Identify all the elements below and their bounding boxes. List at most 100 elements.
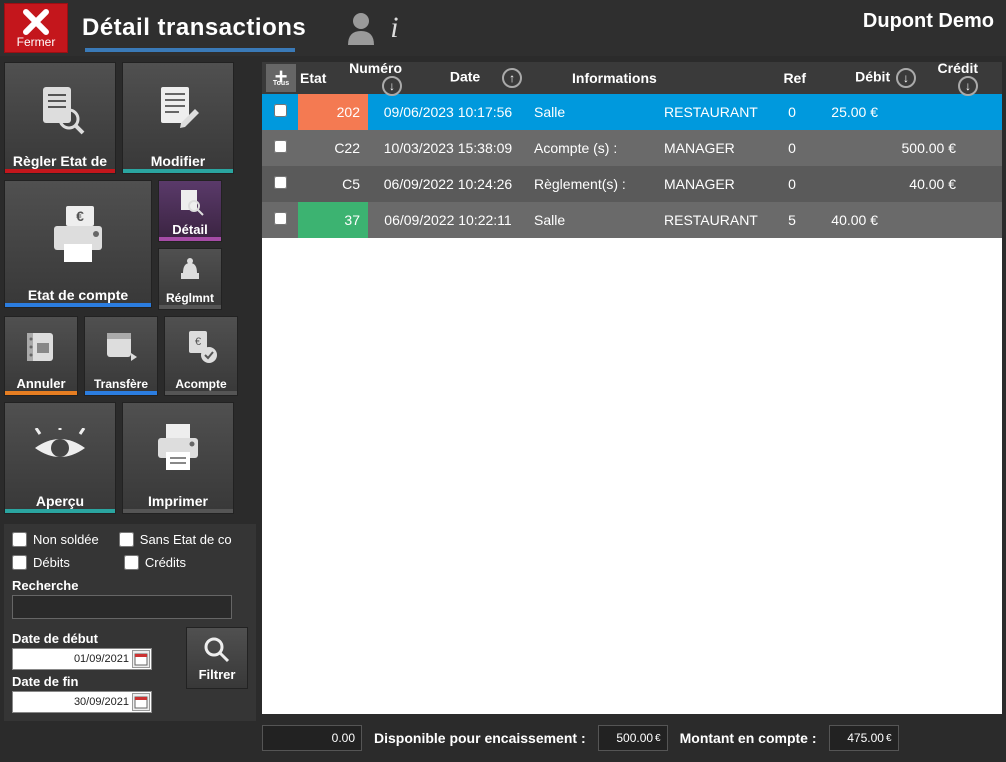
credit-label: Crédit — [938, 60, 978, 76]
transfere-label: Transfère — [94, 377, 148, 391]
debits-checkbox[interactable]: Débits — [12, 555, 70, 570]
sort-up-icon[interactable]: ↑ — [502, 68, 522, 88]
credits-checkbox[interactable]: Crédits — [124, 555, 186, 570]
date-fin-input[interactable] — [12, 691, 152, 713]
edit-icon — [151, 81, 205, 135]
date-debut-label: Date de début — [12, 631, 178, 646]
table-row[interactable]: 20209/06/2023 10:17:56SalleRESTAURANT025… — [262, 94, 1002, 130]
page-title: Détail transactions — [82, 14, 306, 42]
row-numero: 37 — [298, 202, 368, 238]
footer-total: 0.00 — [262, 725, 362, 751]
imprimer-button[interactable]: Imprimer — [122, 402, 234, 514]
row-ref: RESTAURANT — [658, 104, 778, 120]
row-numero: C22 — [298, 130, 368, 166]
user-name: Dupont Demo — [863, 10, 994, 33]
acompte-button[interactable]: € Acompte — [164, 316, 238, 396]
info-icon[interactable]: i — [390, 11, 398, 45]
col-credit[interactable]: Crédit ↓ — [920, 60, 998, 96]
row-ref: MANAGER — [658, 140, 778, 156]
row-checkbox[interactable] — [262, 104, 298, 120]
close-button[interactable]: Fermer — [4, 3, 68, 53]
annuler-icon — [21, 327, 61, 367]
regler-icon — [33, 81, 87, 135]
etat-compte-button[interactable]: € Etat de compte — [4, 180, 152, 308]
title-underline — [85, 48, 295, 52]
col-informations[interactable]: Informations — [566, 70, 696, 86]
row-balance: 0 — [778, 176, 806, 192]
row-checkbox[interactable] — [262, 176, 298, 192]
debits-label: Débits — [33, 555, 70, 570]
credits-label: Crédits — [145, 555, 186, 570]
row-ref: MANAGER — [658, 176, 778, 192]
numero-label: Numéro — [349, 60, 402, 76]
col-etat[interactable]: Etat — [300, 70, 336, 86]
table-body: 20209/06/2023 10:17:56SalleRESTAURANT025… — [262, 94, 1002, 714]
select-all-button[interactable]: + Tous — [266, 64, 296, 92]
table-row[interactable]: C506/09/2022 10:24:26Règlement(s) :MANAG… — [262, 166, 1002, 202]
detail-button[interactable]: Détail — [158, 180, 222, 242]
sans-etat-checkbox[interactable]: Sans Etat de co — [119, 532, 232, 547]
date-label: Date — [450, 69, 480, 85]
table-header: + Tous Etat Numéro ↓ Date ↑ Informations… — [262, 62, 1002, 94]
search-input[interactable] — [12, 595, 232, 619]
row-checkbox[interactable] — [262, 140, 298, 156]
modifier-button[interactable]: Modifier — [122, 62, 234, 174]
montant-value: 475.00€ — [829, 725, 899, 751]
row-credit: 40.00 € — [882, 176, 960, 192]
col-numero[interactable]: Numéro ↓ — [336, 60, 406, 96]
col-ref[interactable]: Ref — [696, 70, 816, 86]
sans-etat-label: Sans Etat de co — [140, 532, 232, 547]
imprimer-label: Imprimer — [148, 493, 208, 509]
row-balance: 0 — [778, 104, 806, 120]
tous-label: Tous — [273, 80, 289, 87]
detail-icon — [175, 187, 205, 217]
row-date: 10/03/2023 15:38:09 — [368, 140, 528, 156]
row-date: 06/09/2022 10:24:26 — [368, 176, 528, 192]
montant-label: Montant en compte : — [680, 730, 817, 746]
filter-panel: Non soldée Sans Etat de co Débits Crédit… — [4, 524, 256, 721]
svg-text:€: € — [195, 336, 201, 348]
svg-text:€: € — [76, 208, 84, 224]
calendar-icon[interactable] — [132, 650, 150, 668]
row-balance: 5 — [778, 212, 806, 228]
user-icon[interactable] — [346, 11, 376, 45]
non-soldee-checkbox[interactable]: Non soldée — [12, 532, 99, 547]
date-debut-input[interactable] — [12, 648, 152, 670]
apercu-label: Aperçu — [36, 493, 84, 509]
row-ref: RESTAURANT — [658, 212, 778, 228]
row-numero: 202 — [298, 94, 368, 130]
row-balance: 0 — [778, 140, 806, 156]
print-icon — [148, 418, 208, 478]
row-numero: C5 — [298, 166, 368, 202]
table-row[interactable]: C2210/03/2023 15:38:09Acompte (s) :MANAG… — [262, 130, 1002, 166]
etat-label: Etat de compte — [28, 287, 128, 303]
row-debit: 40.00 € — [806, 212, 882, 228]
transfere-button[interactable]: Transfère — [84, 316, 158, 396]
eye-icon — [30, 428, 90, 468]
sort-down-icon[interactable]: ↓ — [896, 68, 916, 88]
disponible-value: 500.00€ — [598, 725, 668, 751]
row-debit: 25.00 € — [806, 104, 882, 120]
table-row[interactable]: 3706/09/2022 10:22:11SalleRESTAURANT540.… — [262, 202, 1002, 238]
transfere-icon — [101, 327, 141, 367]
row-checkbox[interactable] — [262, 212, 298, 228]
filtrer-button[interactable]: Filtrer — [186, 627, 248, 689]
filtrer-label: Filtrer — [199, 667, 236, 682]
col-debit[interactable]: Débit ↓ — [844, 68, 920, 88]
apercu-button[interactable]: Aperçu — [4, 402, 116, 514]
row-info: Acompte (s) : — [528, 140, 658, 156]
date-fin-label: Date de fin — [12, 674, 178, 689]
close-label: Fermer — [17, 35, 56, 49]
row-credit: 500.00 € — [882, 140, 960, 156]
sort-down-icon[interactable]: ↓ — [958, 76, 978, 96]
reglement-button[interactable]: Réglmnt — [158, 248, 222, 310]
annuler-button[interactable]: Annuler — [4, 316, 78, 396]
recherche-label: Recherche — [12, 578, 248, 593]
regler-etat-button[interactable]: Règler Etat de — [4, 62, 116, 174]
debit-label: Débit — [855, 69, 890, 85]
calendar-icon[interactable] — [132, 693, 150, 711]
sort-down-icon[interactable]: ↓ — [382, 76, 402, 96]
reglement-icon — [175, 255, 205, 285]
col-date[interactable]: Date ↑ — [406, 68, 566, 88]
acompte-icon: € — [181, 327, 221, 367]
